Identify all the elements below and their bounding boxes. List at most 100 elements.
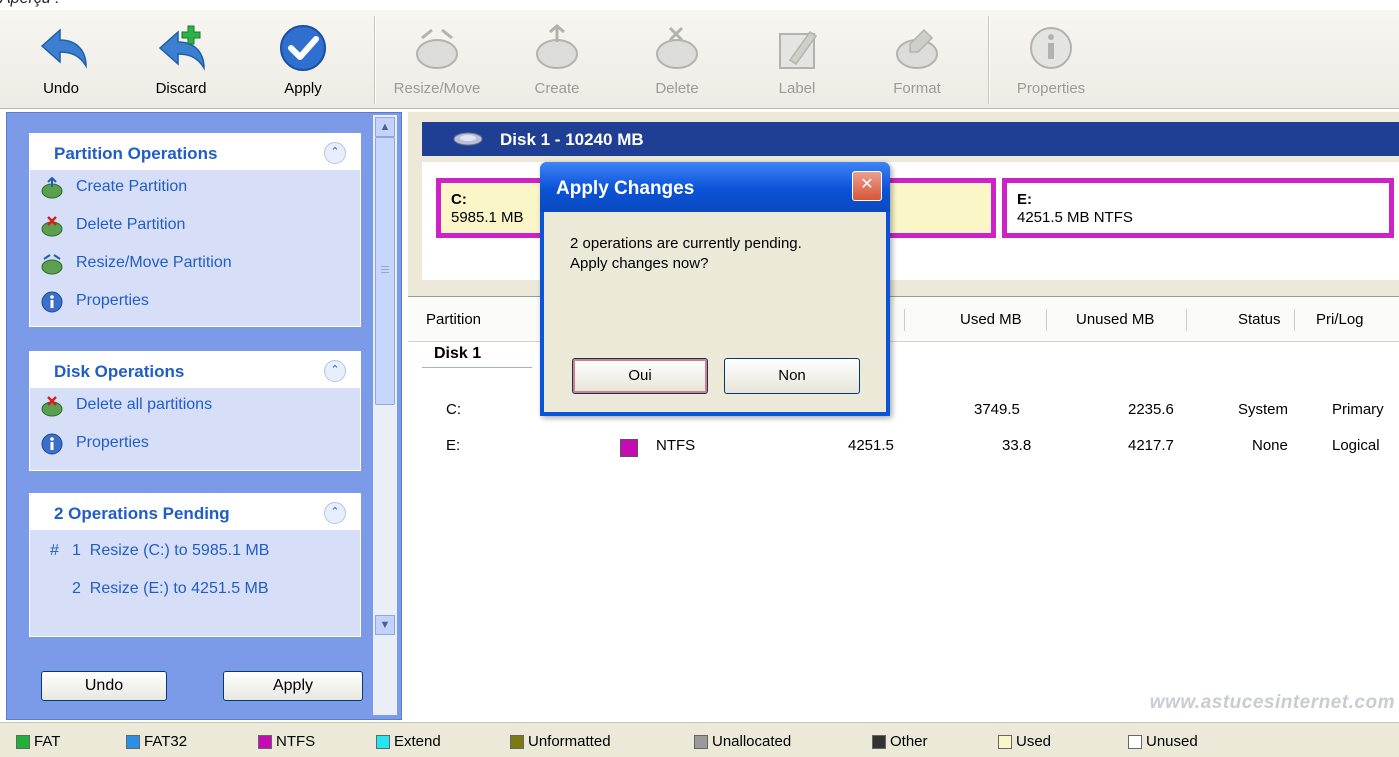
hard-disk-icon xyxy=(453,132,483,146)
label-toolbar-button[interactable]: Label xyxy=(752,10,842,108)
scroll-down-icon[interactable]: ▼ xyxy=(375,615,395,635)
task-panel-scrollbar[interactable]: ▲ ▼ xyxy=(373,115,397,715)
task-label: Delete all partitions xyxy=(76,396,213,413)
dialog-title: Apply Changes xyxy=(556,178,695,199)
scroll-thumb[interactable] xyxy=(375,137,395,405)
filesystem-legend: FAT FAT32 NTFS Extend Unformatted Unallo… xyxy=(0,722,1399,757)
undo-arrow-icon xyxy=(40,28,87,69)
column-header-unused[interactable]: Unused MB xyxy=(1076,311,1154,328)
properties-toolbar-button[interactable]: Properties xyxy=(1006,10,1096,108)
disk-operations-header[interactable]: Disk Operations ⌃ xyxy=(30,352,360,388)
legend-swatch xyxy=(998,735,1012,749)
apply-check-icon xyxy=(280,25,326,71)
disk-group-label: Disk 1 xyxy=(434,345,482,362)
delete-toolbar-label: Delete xyxy=(655,80,699,97)
watermark: www.astucesinternet.com xyxy=(1149,692,1395,713)
task-label: Create Partition xyxy=(76,178,188,195)
toolbar-separator xyxy=(374,16,376,104)
discard-toolbar-button[interactable]: Discard xyxy=(136,10,226,108)
task-delete-partition[interactable]: Delete Partition xyxy=(30,208,360,246)
undo-button[interactable]: Undo xyxy=(41,671,167,701)
section-title: Disk Operations xyxy=(54,362,185,381)
toolbar-separator xyxy=(988,16,990,104)
task-label: Properties xyxy=(76,434,149,451)
dialog-titlebar[interactable]: Apply Changes ✕ xyxy=(540,162,890,212)
task-resize-move-partition[interactable]: Resize/Move Partition xyxy=(30,246,360,284)
partition-label: E: 4251.5 MB NTFS xyxy=(1017,191,1133,226)
resize-move-toolbar-button[interactable]: Resize/Move xyxy=(392,10,482,108)
resize-move-icon xyxy=(41,254,63,275)
collapse-icon[interactable]: ⌃ xyxy=(324,142,346,164)
table-row-e-partition[interactable]: E: xyxy=(446,437,460,454)
table-row-e-unused: 4217.7 xyxy=(1128,437,1174,454)
pending-operation: 2 Resize (E:) to 4251.5 MB xyxy=(72,580,269,597)
delete-partition-icon xyxy=(656,26,698,69)
column-header-used[interactable]: Used MB xyxy=(960,311,1022,328)
legend-swatch xyxy=(872,735,886,749)
legend-swatch xyxy=(1128,735,1142,749)
disk-title: Disk 1 - 10240 MB xyxy=(500,130,644,149)
apply-button[interactable]: Apply xyxy=(223,671,363,701)
close-icon[interactable]: ✕ xyxy=(852,171,882,201)
collapse-icon[interactable]: ⌃ xyxy=(324,360,346,382)
info-icon xyxy=(1030,27,1072,69)
ntfs-color-swatch xyxy=(620,439,638,457)
resize-move-icon xyxy=(416,28,458,69)
undo-toolbar-button[interactable]: Undo xyxy=(16,10,106,108)
task-panel: ▲ ▼ Partition Operations ⌃ Create Partit… xyxy=(6,112,402,720)
format-toolbar-button[interactable]: Format xyxy=(872,10,962,108)
delete-toolbar-button[interactable]: Delete xyxy=(632,10,722,108)
create-toolbar-button[interactable]: Create xyxy=(512,10,602,108)
partition-label: C: 5985.1 MB xyxy=(451,191,524,226)
resize-move-toolbar-label: Resize/Move xyxy=(393,80,481,97)
disk-operations-section: Disk Operations ⌃ Delete all partitions … xyxy=(29,351,361,471)
task-label: Properties xyxy=(76,292,149,309)
non-button[interactable]: Non xyxy=(724,358,860,394)
legend-swatch xyxy=(694,735,708,749)
dialog-body: 2 operations are currently pending. Appl… xyxy=(544,212,886,412)
task-delete-all-partitions[interactable]: Delete all partitions xyxy=(30,388,360,426)
apply-toolbar-button[interactable]: Apply xyxy=(258,10,348,108)
discard-toolbar-label: Discard xyxy=(155,80,207,97)
task-partition-properties[interactable]: Properties xyxy=(30,284,360,322)
partition-block-e[interactable]: E: 4251.5 MB NTFS xyxy=(1002,178,1394,238)
task-disk-properties[interactable]: Properties xyxy=(30,426,360,464)
table-row-c-used: 3749.5 xyxy=(974,401,1020,418)
table-row-c-partition[interactable]: C: xyxy=(446,401,461,418)
label-toolbar-label: Label xyxy=(778,80,816,97)
column-header-pri-log[interactable]: Pri/Log xyxy=(1316,311,1364,328)
pending-operation: 1 Resize (C:) to 5985.1 MB xyxy=(72,542,270,559)
toolbar: Undo Discard Apply Resize/Move Create De… xyxy=(0,10,1399,109)
task-create-partition[interactable]: Create Partition xyxy=(30,170,360,208)
disk-header[interactable]: Disk 1 - 10240 MB xyxy=(422,122,1399,156)
table-row-e-capacity: 4251.5 xyxy=(848,437,894,454)
format-toolbar-label: Format xyxy=(893,80,941,97)
section-title: Partition Operations xyxy=(54,144,218,163)
table-row-e-status: None xyxy=(1252,437,1288,454)
task-label: Resize/Move Partition xyxy=(76,254,232,271)
partition-operations-header[interactable]: Partition Operations ⌃ xyxy=(30,134,360,170)
table-row-e-type: Logical xyxy=(1332,437,1380,454)
undo-toolbar-label: Undo xyxy=(43,80,79,97)
column-header-status[interactable]: Status xyxy=(1238,311,1281,328)
pending-operations-section: 2 Operations Pending ⌃ # 1 Resize (C:) t… xyxy=(29,493,361,637)
table-row-c-unused: 2235.6 xyxy=(1128,401,1174,418)
section-title: 2 Operations Pending xyxy=(54,504,230,523)
format-icon xyxy=(896,28,938,69)
create-partition-icon xyxy=(41,177,63,199)
oui-button[interactable]: Oui xyxy=(572,358,708,394)
table-row-e-fs: NTFS xyxy=(656,437,696,454)
info-icon xyxy=(41,433,63,455)
apply-toolbar-label: Apply xyxy=(284,80,322,97)
scroll-up-icon[interactable]: ▲ xyxy=(375,117,395,137)
properties-toolbar-label: Properties xyxy=(1016,80,1086,97)
column-header-partition[interactable]: Partition xyxy=(426,311,481,328)
pending-operations-header[interactable]: 2 Operations Pending ⌃ xyxy=(30,494,360,530)
create-partition-icon xyxy=(536,24,578,69)
info-icon xyxy=(41,291,63,313)
legend-swatch xyxy=(510,735,524,749)
delete-all-partitions-icon xyxy=(41,396,63,417)
legend-swatch xyxy=(258,735,272,749)
collapse-icon[interactable]: ⌃ xyxy=(324,502,346,524)
discard-icon xyxy=(158,25,205,71)
